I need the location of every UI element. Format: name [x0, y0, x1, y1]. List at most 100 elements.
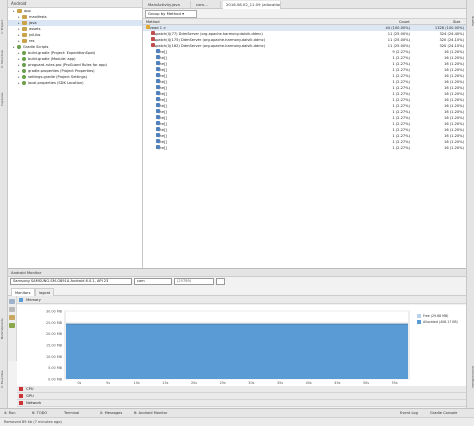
folder-icon: [22, 33, 27, 37]
tree-item-label: manifests: [29, 15, 47, 19]
left-strip-item[interactable]: Captures: [0, 80, 8, 118]
class-icon: [156, 73, 160, 77]
folder-icon: [22, 15, 27, 19]
legend-label: Free (29.68 MB): [423, 314, 448, 318]
y-tick-label: 5.00 MB: [48, 366, 63, 370]
right-strip-item[interactable]: Android Model: [467, 360, 474, 394]
project-panel: Android ▸ app ▸ manifests ▸ java ▸ assets ▸ jniLi…: [8, 0, 143, 268]
x-tick-label: 20s: [191, 381, 197, 385]
memory-chart: 30.00 MB 25.00 MB 20.00 MB 15.00 MB 10.00 MB…: [17, 305, 466, 386]
size-cell: 16 (1.20%): [444, 146, 464, 150]
memory-section-header[interactable]: Memory: [17, 296, 466, 304]
allocation-toolbar: Group by Method ▾: [143, 9, 466, 19]
project-toolbar[interactable]: Android: [8, 0, 142, 8]
tree-item-label: res: [29, 39, 35, 43]
gradle-icon: [22, 81, 26, 85]
method-name: dispatch(I)(175) DdmServer (org.apache.h…: [151, 38, 266, 42]
class-icon: [156, 103, 160, 107]
dump-heap-icon[interactable]: [9, 315, 15, 320]
folder-icon: [22, 39, 27, 43]
bottom-tool-button[interactable]: 0: Messages: [100, 410, 122, 417]
class-icon: [156, 145, 160, 149]
cpu-section-header[interactable]: CPU: [17, 386, 466, 393]
bottom-tool-button[interactable]: 6: TODO: [32, 410, 47, 417]
status-text: Removed 89 kb (7 minutes ago): [4, 420, 62, 424]
class-icon: [156, 139, 160, 143]
legend-swatch: [417, 314, 421, 318]
table-row[interactable]: byte[] 1 (2.27%) 16 (1.20%): [143, 145, 466, 151]
tree-item-label: gradle.properties (Project Properties): [28, 69, 95, 73]
monitor-controls: Samsung SAMSUNG-SM-G891A Android 6.0.1, …: [8, 277, 466, 287]
cpu-label: CPU: [26, 387, 34, 391]
tree-item[interactable]: ▸ local.properties (SDK Location): [8, 80, 142, 86]
class-icon: [156, 67, 160, 71]
android-monitor-panel: Android Monitor Samsung SAMSUNG-SM-G891A…: [8, 268, 466, 408]
x-tick-label: 5s: [106, 381, 110, 385]
monitor-side-toolbar: [8, 296, 17, 361]
editor-tab[interactable]: com...: [193, 1, 221, 9]
x-tick-label: 15s: [162, 381, 168, 385]
tree-item-label: assets: [29, 27, 41, 31]
folder-icon: [17, 9, 22, 13]
tree-item-label: local.properties (SDK Location): [28, 81, 84, 85]
gpu-section-header[interactable]: GPU: [17, 393, 466, 400]
gc-icon[interactable]: [9, 307, 15, 312]
legend-label: Allocated (408.17 KB): [423, 320, 458, 324]
x-tick-label: 0s: [77, 381, 81, 385]
device-filter-button[interactable]: [216, 278, 225, 285]
gradle-icon: [22, 75, 26, 79]
x-tick-label: 45s: [334, 381, 340, 385]
tree-item-label: settings.gradle (Project Settings): [28, 75, 88, 79]
tree-item-label: build.gradle (Project: ExpeditionSpot): [28, 51, 96, 55]
table-body: Thread 1 >44 (100.00%) 1328 (100.00%) disp…: [143, 25, 466, 151]
editor-tab[interactable]: MainActivity.java: [145, 1, 191, 9]
monitor-tab[interactable]: logcat: [35, 288, 55, 296]
gradle-icon: [22, 63, 26, 67]
editor-tab[interactable]: 2016.08.02_11.09 (allocation): [223, 1, 281, 9]
android-monitor-title: Android Monitor: [8, 269, 466, 277]
class-icon: [156, 115, 160, 119]
class-icon: [156, 127, 160, 131]
y-tick-label: 15.00 MB: [46, 344, 63, 348]
tree-item-label: proguard-rules.pro (ProGuard Rules for a…: [28, 63, 107, 67]
allocation-tracking-icon[interactable]: [9, 323, 15, 328]
y-tick-label: 30.00 MB: [46, 310, 63, 314]
network-label: Network: [26, 401, 42, 405]
method-name: dispatch(I)(77) DdmServer (org.apache.ha…: [151, 32, 263, 36]
memory-chart-svg: 30.00 MB 25.00 MB 20.00 MB 15.00 MB 10.00 MB…: [46, 310, 458, 386]
y-tick-label: 25.00 MB: [46, 321, 63, 325]
tree-item-label: java: [29, 21, 37, 25]
memory-icon: [19, 298, 23, 302]
allocation-table: Method Count Size Thread 1 >44 (100.00%)…: [143, 19, 466, 268]
device-selector[interactable]: Samsung SAMSUNG-SM-G891A Android 6.0.1, …: [10, 278, 132, 285]
network-section-header[interactable]: Network: [17, 400, 466, 407]
memory-label: Memory: [26, 298, 41, 302]
bottom-tool-button[interactable]: 6: Android Monitor: [134, 410, 167, 417]
folder-icon: [22, 27, 27, 31]
gradle-icon: [17, 45, 21, 49]
pause-icon[interactable]: [9, 299, 15, 304]
bottom-right-button[interactable]: Gradle Console: [430, 410, 457, 417]
group-by-dropdown[interactable]: Group by Method ▾: [145, 10, 197, 18]
right-tool-strip: Gradle Android Model: [466, 0, 474, 408]
x-tick-label: 55s: [392, 381, 398, 385]
left-strip-item[interactable]: 2: Favorites: [0, 360, 8, 398]
gradle-icon: [22, 69, 26, 73]
x-tick-label: 10s: [134, 381, 140, 385]
class-icon: [156, 61, 160, 65]
bottom-tool-button[interactable]: Terminal: [64, 410, 79, 417]
monitor-tab[interactable]: Monitors: [11, 288, 35, 296]
process-selector[interactable]: com: [134, 278, 172, 285]
bottom-tool-button[interactable]: 4: Run: [4, 410, 16, 417]
android-view-selector[interactable]: Android: [11, 1, 26, 6]
status-bar: Removed 89 kb (7 minutes ago): [0, 417, 474, 426]
right-strip-item[interactable]: Gradle: [467, 4, 474, 38]
bottom-right-button[interactable]: Event Log: [400, 410, 418, 417]
x-tick-label: 30s: [248, 381, 254, 385]
left-strip-item[interactable]: 2: Structure: [0, 40, 8, 78]
x-tick-label: 40s: [306, 381, 312, 385]
left-strip-item[interactable]: Build Variants: [0, 310, 8, 348]
y-tick-label: 20.00 MB: [46, 332, 63, 336]
thread-icon: [146, 25, 150, 29]
method-icon: [151, 43, 155, 47]
